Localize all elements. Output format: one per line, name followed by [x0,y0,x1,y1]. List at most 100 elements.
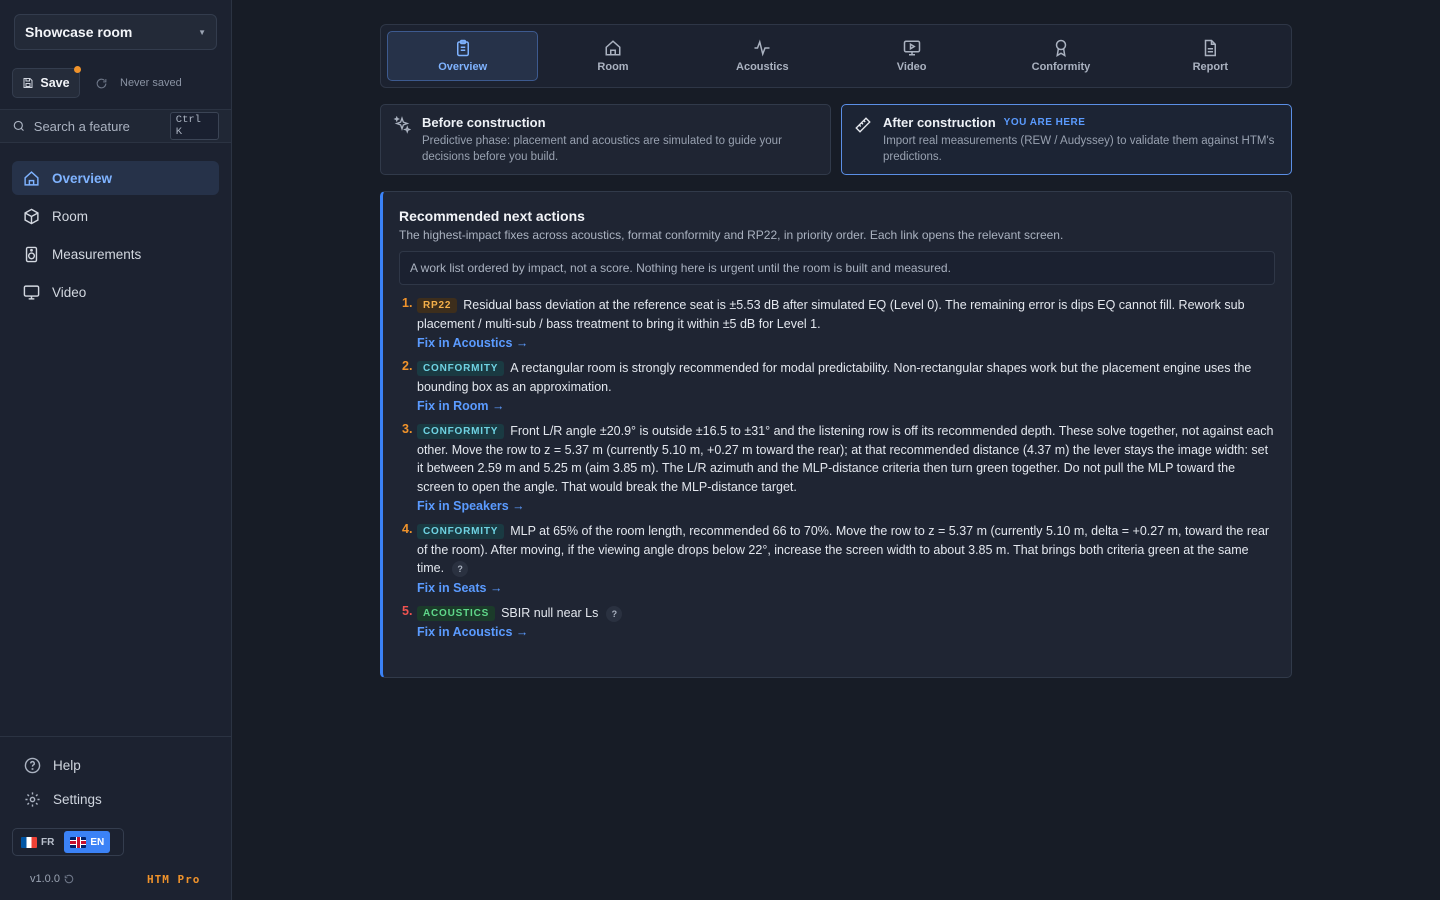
tab-conformity[interactable]: Conformity [986,31,1135,81]
help-tooltip-icon[interactable]: ? [606,605,623,622]
save-row: Save Never saved [12,66,182,98]
item-number: 4. [402,522,413,536]
ruler-icon [855,117,871,133]
version-label: v1.0.0 [30,873,60,885]
lang-fr-button[interactable]: FR [15,831,60,853]
tab-label: Overview [438,61,488,73]
fix-link[interactable]: Fix in Room → [417,399,505,413]
category-badge: ACOUSTICS [417,605,496,621]
room-selector[interactable]: Showcase room ▼ [14,14,217,50]
item-number: 2. [402,359,413,373]
phase-title: After construction YOU ARE HERE [883,115,1277,130]
help-tooltip-icon[interactable]: ? [452,561,469,578]
search-input[interactable] [33,118,162,134]
list-item: 1. RP22 Residual bass deviation at the re… [399,296,1275,350]
language-switch: FR EN [12,828,124,856]
settings-label: Settings [53,792,102,807]
phase-title-text: Before construction [422,115,546,130]
lang-en-label: EN [90,836,105,848]
tab-label: Conformity [1031,61,1091,73]
sidebar-item-overview[interactable]: Overview [12,161,219,195]
action-list: 1. RP22 Residual bass deviation at the re… [399,296,1275,639]
item-description: Residual bass deviation at the reference… [417,298,1245,331]
clipboard-icon [456,39,469,57]
phase-card-after[interactable]: After construction YOU ARE HERE Import r… [841,104,1292,175]
sidebar-item-label: Room [52,208,89,224]
list-item: 2. CONFORMITY A rectangular room is stron… [399,359,1275,413]
flag-fr-icon [21,836,37,848]
list-item: 5. ACOUSTICS SBIR null near Ls? Fix in Ac… [399,603,1275,639]
phase-card-before[interactable]: Before construction Predictive phase: pl… [380,104,831,175]
item-description: MLP at 65% of the room length, recommend… [417,524,1270,575]
panel-title: Recommended next actions [399,208,585,224]
sidebar-item-measurements[interactable]: Measurements [12,237,219,271]
sidebar-item-video[interactable]: Video [12,275,219,309]
fix-link[interactable]: Fix in Acoustics → [417,336,528,350]
recommended-actions-panel: Recommended next actions The highest-imp… [380,191,1292,678]
room-selector-label: Showcase room [25,24,133,40]
tab-label: Acoustics [736,61,789,73]
item-text: RP22 Residual bass deviation at the refer… [417,296,1275,333]
tab-video[interactable]: Video [837,31,986,81]
tab-room[interactable]: Room [538,31,687,81]
reload-button[interactable] [90,72,112,94]
feature-search[interactable]: Ctrl K [0,109,231,143]
gear-icon [25,792,40,807]
sidebar-item-label: Overview [52,170,113,186]
sparkles-icon [393,116,411,134]
pulse-icon [754,39,770,57]
cube-icon [24,208,39,224]
search-icon [13,120,24,131]
save-button[interactable]: Save [12,66,81,98]
list-item: 4. CONFORMITY MLP at 65% of the room leng… [399,522,1275,595]
phase-description: Import real measurements (REW / Audyssey… [883,135,1275,163]
home-icon [605,40,621,56]
phase-description: Predictive phase: placement and acoustic… [422,135,782,163]
category-badge: CONFORMITY [417,424,505,439]
history-icon[interactable] [64,874,74,884]
home-icon [24,170,39,186]
unsaved-dot [74,66,81,73]
item-number: 5. [402,603,413,618]
speaker-icon [25,246,38,262]
help-link[interactable]: Help [24,757,81,774]
version-info: v1.0.0 [30,873,74,885]
brand-label: HTM Pro [147,873,201,886]
tab-acoustics[interactable]: Acoustics [688,31,837,81]
current-phase-tag: YOU ARE HERE [1003,117,1086,128]
item-text: CONFORMITY MLP at 65% of the room length,… [417,522,1275,578]
panel-subtitle: The highest-impact fixes across acoustic… [399,228,1064,242]
settings-link[interactable]: Settings [24,791,102,808]
phase-title-text: After construction [883,115,996,130]
lang-en-button[interactable]: EN [64,831,111,853]
tab-label: Video [896,61,927,73]
item-description: SBIR null near Ls [501,605,599,620]
item-description: Front L/R angle ±20.9° is outside ±16.5 … [417,424,1274,494]
document-icon [1205,39,1217,57]
item-number: 1. [402,296,413,310]
item-text: CONFORMITY A rectangular room is strongly… [417,359,1275,396]
category-badge: RP22 [417,298,458,313]
fix-link[interactable]: Fix in Speakers → [417,499,525,513]
fix-link[interactable]: Fix in Seats → [417,581,502,595]
tab-overview[interactable]: Overview [387,31,539,81]
save-label: Save [40,76,70,90]
monitor-icon [23,284,40,300]
sidebar-item-label: Video [52,284,87,300]
floppy-icon [23,78,33,88]
category-badge: CONFORMITY [417,361,505,376]
flag-uk-icon [70,836,87,848]
help-label: Help [53,758,81,773]
video-icon [903,40,920,56]
category-badge: CONFORMITY [417,524,505,539]
award-icon [1055,39,1067,57]
list-item: 3. CONFORMITY Front L/R angle ±20.9° is o… [399,422,1275,513]
sidebar: Showcase room ▼ Save Never saved Ctrl K … [0,0,232,900]
sidebar-item-room[interactable]: Room [12,199,219,233]
fix-link[interactable]: Fix in Acoustics → [417,625,528,639]
section-tabs: Overview Room Acoustics Video Conformity… [380,24,1292,88]
tab-report[interactable]: Report [1136,31,1285,81]
tab-label: Room [597,61,629,73]
help-circle-icon [24,757,41,774]
save-status: Never saved [120,77,182,89]
